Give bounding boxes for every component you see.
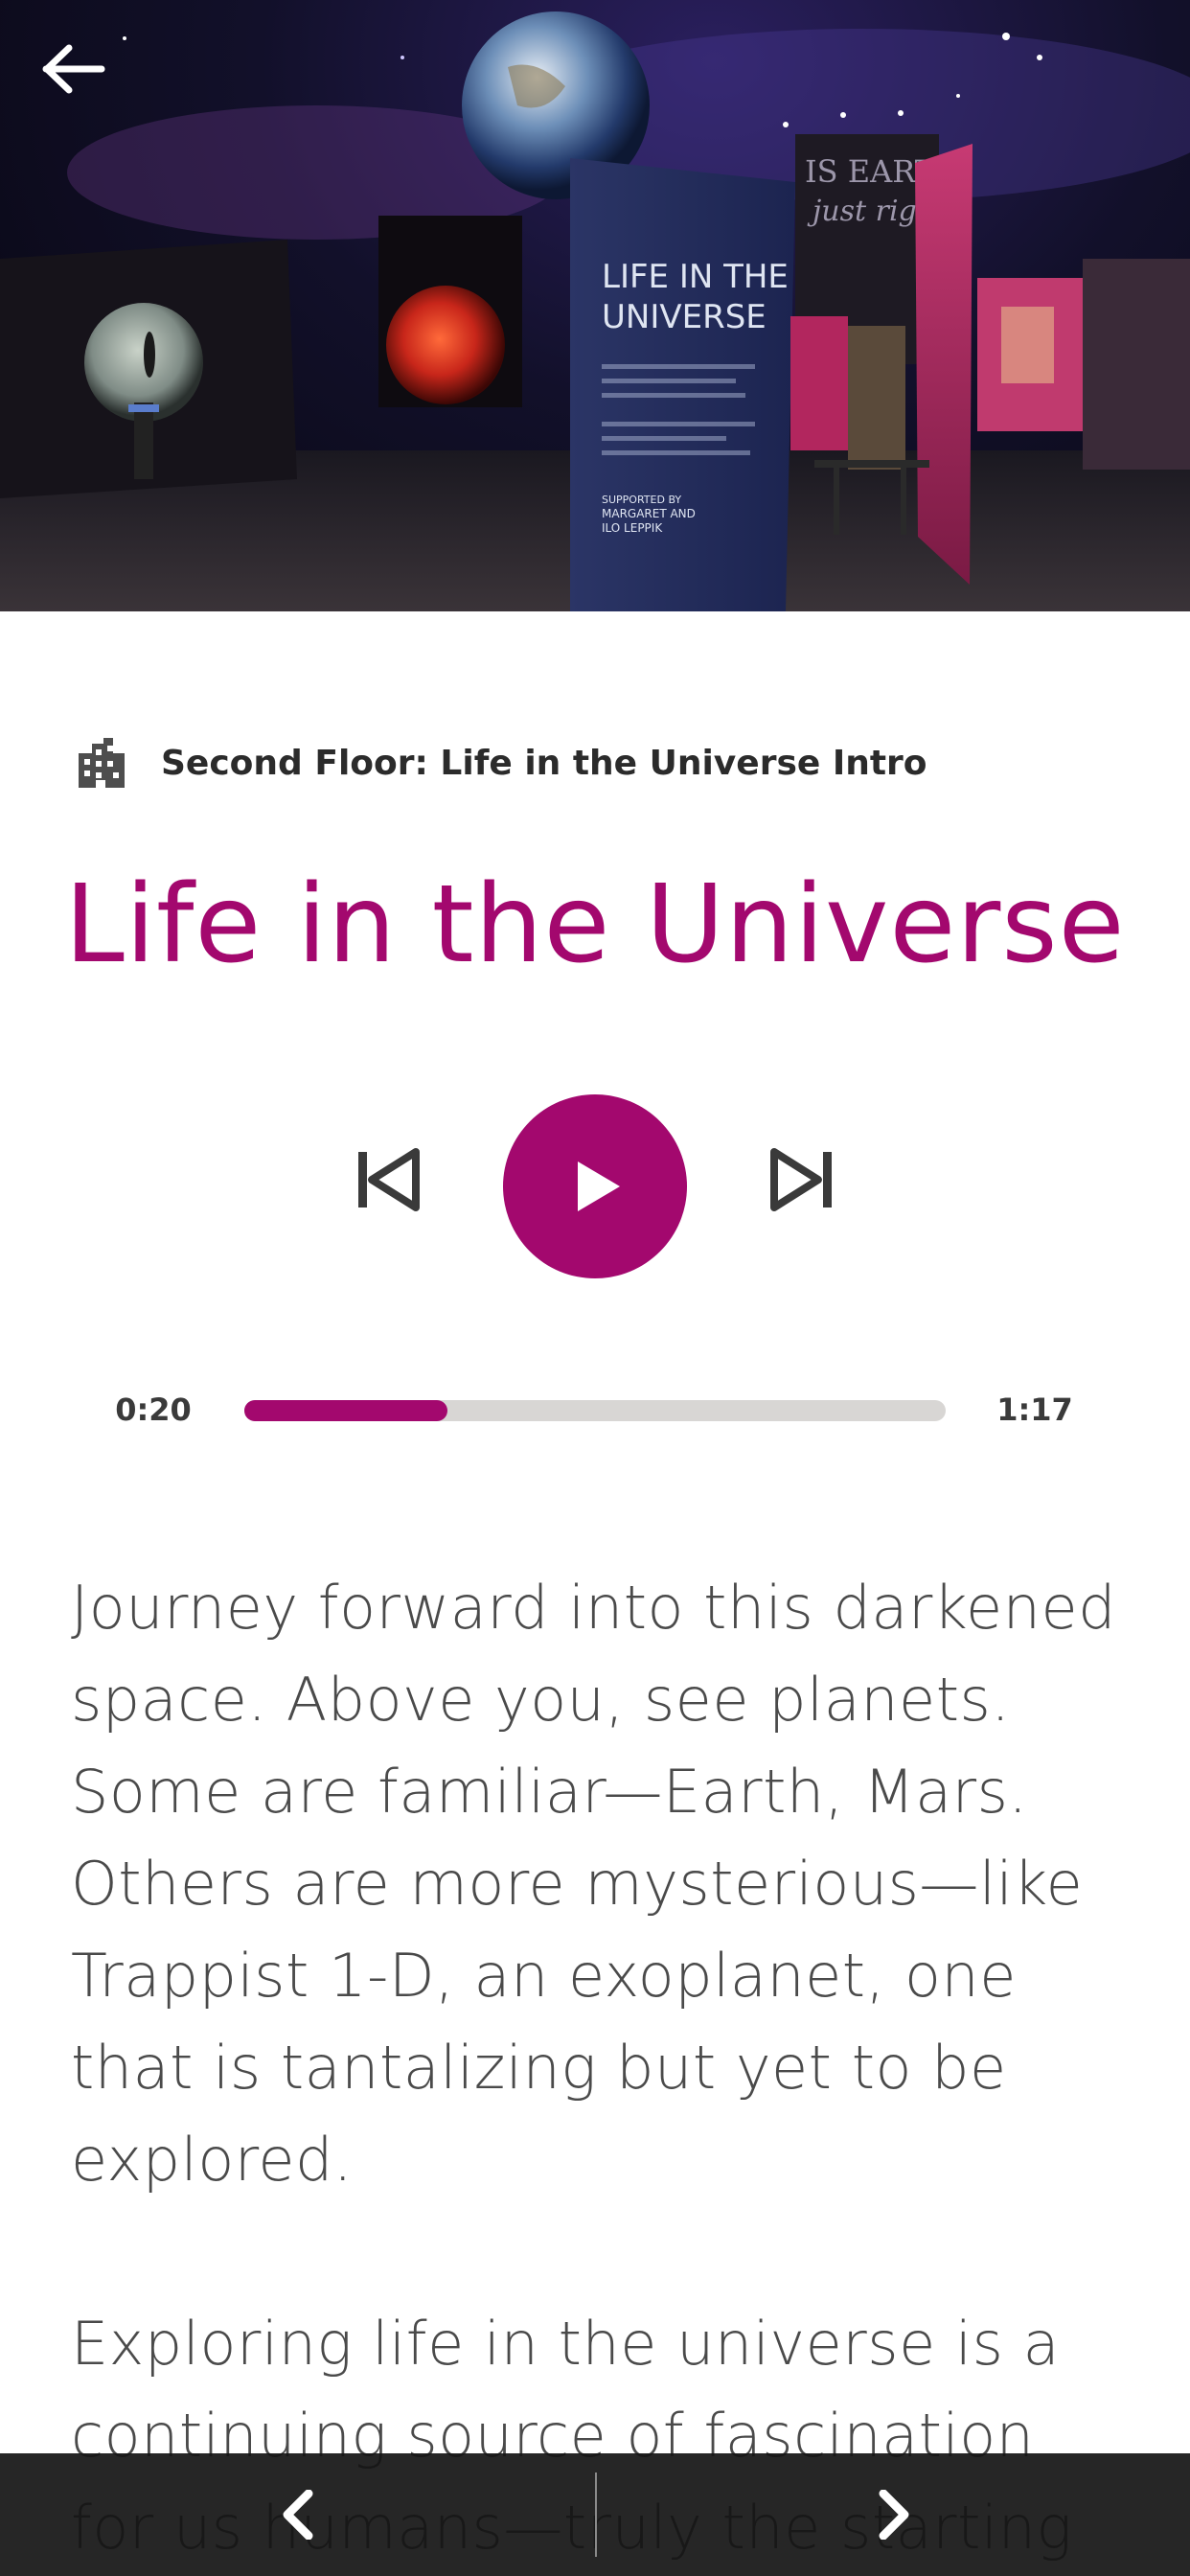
- bottom-bar-divider: [595, 2472, 597, 2557]
- skip-next-icon: [770, 1148, 832, 1211]
- location-row: Second Floor: Life in the Universe Intro: [75, 734, 927, 792]
- svg-text:UNIVERSE: UNIVERSE: [602, 298, 767, 336]
- svg-text:ILO LEPPIK: ILO LEPPIK: [602, 521, 663, 535]
- elapsed-time: 0:20: [115, 1392, 192, 1428]
- svg-text:MARGARET AND: MARGARET AND: [602, 507, 696, 520]
- building-icon: [79, 738, 125, 788]
- next-track-button[interactable]: [767, 1146, 841, 1213]
- next-stop-button[interactable]: [857, 2476, 933, 2553]
- skip-previous-icon: [358, 1148, 420, 1211]
- total-duration: 1:17: [996, 1392, 1073, 1428]
- track-title: Life in the Universe: [64, 862, 1126, 987]
- chevron-left-icon: [283, 2490, 313, 2540]
- progress-fill: [244, 1400, 448, 1421]
- track-description: Journey forward into this darkened space…: [71, 1562, 1125, 2576]
- svg-text:SUPPORTED BY: SUPPORTED BY: [602, 494, 681, 506]
- description-paragraph: Journey forward into this darkened space…: [71, 1573, 1116, 2195]
- progress-slider[interactable]: [244, 1400, 946, 1421]
- arrow-left-icon: [42, 44, 105, 94]
- svg-text:LIFE IN THE: LIFE IN THE: [602, 258, 789, 296]
- play-button[interactable]: [503, 1094, 687, 1278]
- chevron-right-icon: [879, 2490, 909, 2540]
- back-button[interactable]: [42, 44, 125, 126]
- location-label: Second Floor: Life in the Universe Intro: [161, 743, 927, 783]
- previous-track-button[interactable]: [349, 1146, 423, 1213]
- exhibit-photo: LIFE IN THE UNIVERSE SUPPORTED BY MARGAR…: [0, 12, 1190, 611]
- audio-guide-screen: LIFE IN THE UNIVERSE SUPPORTED BY MARGAR…: [0, 0, 1190, 2576]
- previous-stop-button[interactable]: [259, 2476, 335, 2553]
- play-icon: [578, 1162, 620, 1211]
- hero-image: LIFE IN THE UNIVERSE SUPPORTED BY MARGAR…: [0, 0, 1190, 611]
- bottom-navigation-bar: [0, 2453, 1190, 2576]
